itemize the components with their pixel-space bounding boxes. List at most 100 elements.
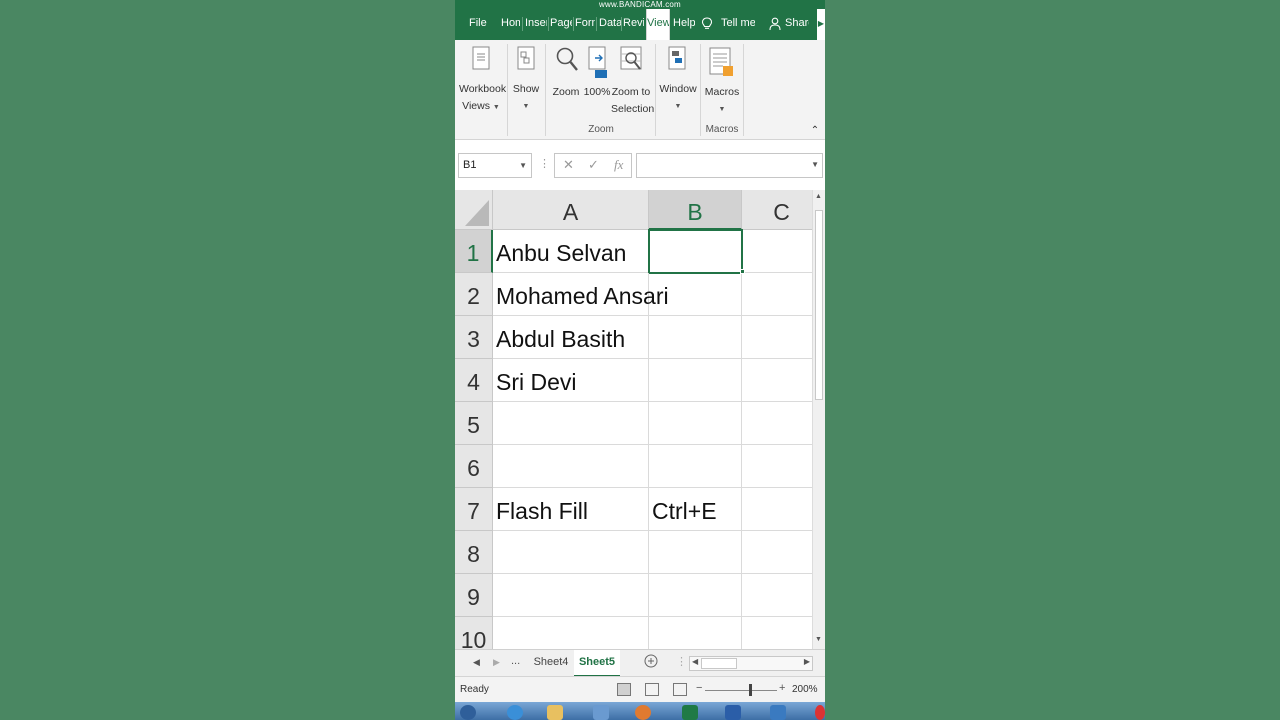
tab-page-layout[interactable]: Page [550,9,572,40]
tab-home[interactable]: Hom [501,9,520,40]
user-icon[interactable] [769,9,783,40]
start-button-icon[interactable] [460,705,476,720]
vertical-scrollbar[interactable]: ▲ ▼ [812,190,825,649]
formula-input[interactable]: ▼ [636,153,823,178]
normal-view-icon[interactable] [617,683,631,696]
app-taskbar-icon[interactable] [815,705,825,720]
row-header[interactable]: 3 [455,316,493,359]
cell-b5[interactable] [649,402,742,445]
column-header-c[interactable]: C [742,190,822,230]
cell-c9[interactable] [742,574,822,617]
cell-b10[interactable] [649,617,742,649]
lightbulb-icon[interactable] [701,9,715,40]
cell-a1[interactable]: Anbu Selvan [493,230,649,273]
column-header-a[interactable]: A [493,190,649,230]
tab-splitter-icon[interactable]: ⋮ [676,655,687,668]
zoom-button[interactable]: Zoom [551,84,581,101]
collapse-ribbon-icon[interactable]: ⌃ [809,122,821,139]
row-header[interactable]: 9 [455,574,493,617]
sheet-tab-sheet4[interactable]: Sheet4 [530,650,572,677]
sheet-tab-sheet5[interactable]: Sheet5 [574,650,620,677]
media-player-icon[interactable] [593,705,609,720]
scroll-up-icon[interactable]: ▲ [815,193,822,200]
cell-a4[interactable]: Sri Devi [493,359,649,402]
row-header[interactable]: 1 [455,230,493,273]
zoom-out-button[interactable]: − [696,682,702,694]
zoom-level[interactable]: 200% [792,684,818,695]
page-layout-view-icon[interactable] [645,683,659,696]
cell-c10[interactable] [742,617,822,649]
cell-a6[interactable] [493,445,649,488]
ribbon-scroll-right-icon[interactable]: ▶ [817,9,825,40]
row-header[interactable]: 6 [455,445,493,488]
row-header[interactable]: 4 [455,359,493,402]
cell-b7[interactable]: Ctrl+E [649,488,742,531]
drag-handle-icon[interactable]: ⋮ [539,157,550,170]
cell-a5[interactable] [493,402,649,445]
word-taskbar-icon[interactable] [725,705,741,720]
cell-b2[interactable] [649,273,742,316]
cell-b1[interactable] [648,229,743,274]
cell-c6[interactable] [742,445,822,488]
chevron-down-icon[interactable]: ▼ [519,154,527,177]
app-taskbar-icon[interactable] [770,705,786,720]
cell-a8[interactable] [493,531,649,574]
cell-b4[interactable] [649,359,742,402]
tab-formulas[interactable]: Forn [575,9,595,40]
cell-b3[interactable] [649,316,742,359]
zoom-100-button[interactable]: 100% [583,84,611,101]
scroll-left-icon[interactable]: ◀ [692,657,698,666]
firefox-icon[interactable] [635,705,651,720]
share-button[interactable]: Share [785,9,809,40]
scroll-right-icon[interactable]: ▶ [804,657,810,666]
scroll-down-icon[interactable]: ▼ [815,636,822,643]
cell-c4[interactable] [742,359,822,402]
zoom-in-button[interactable]: + [779,682,785,694]
zoom-slider-handle[interactable] [749,684,752,696]
tab-view[interactable]: View [646,9,670,40]
tab-data[interactable]: Data [599,9,621,40]
scrollbar-thumb[interactable] [815,210,823,400]
cell-c1[interactable] [742,230,822,273]
cell-a10[interactable] [493,617,649,649]
prev-sheet-icon[interactable]: ◀ [473,657,480,668]
cell-b8[interactable] [649,531,742,574]
cell-c2[interactable] [742,273,822,316]
page-break-view-icon[interactable] [673,683,687,696]
column-header-b[interactable]: B [649,190,742,230]
cell-c7[interactable] [742,488,822,531]
workbook-views-button[interactable]: Workbook Views ▼ [459,81,506,116]
macros-button[interactable]: Macros ▼ [703,84,741,118]
row-header[interactable]: 10 [455,617,493,649]
tab-file[interactable]: File [469,9,491,40]
tab-help[interactable]: Help [673,9,695,40]
zoom-slider[interactable] [705,690,777,691]
cell-a9[interactable] [493,574,649,617]
scrollbar-thumb[interactable] [701,658,737,669]
fill-handle[interactable] [740,269,745,274]
window-button[interactable]: Window ▼ [659,81,697,115]
name-box[interactable]: B1 ▼ [458,153,532,178]
cell-a2[interactable]: Mohamed Ansari [493,273,669,316]
more-sheets-button[interactable]: ... [511,655,520,667]
show-button[interactable]: Show ▼ [510,81,542,115]
tab-insert[interactable]: Inser [525,9,547,40]
next-sheet-icon[interactable]: ▶ [493,657,500,668]
tab-review[interactable]: Revi [623,9,644,40]
row-header[interactable]: 8 [455,531,493,574]
horizontal-scrollbar[interactable]: ◀ ▶ [689,656,813,671]
zoom-to-selection-button[interactable]: Zoom to Selection [611,84,654,118]
cell-c5[interactable] [742,402,822,445]
row-header[interactable]: 2 [455,273,493,316]
cell-b6[interactable] [649,445,742,488]
insert-function-icon[interactable]: fx [614,157,623,173]
cell-a7[interactable]: Flash Fill [493,488,649,531]
row-header[interactable]: 7 [455,488,493,531]
excel-taskbar-icon[interactable] [682,705,698,720]
cell-a3[interactable]: Abdul Basith [493,316,649,359]
cell-b9[interactable] [649,574,742,617]
chevron-down-icon[interactable]: ▼ [811,160,819,169]
cell-c3[interactable] [742,316,822,359]
internet-explorer-icon[interactable] [507,705,523,720]
row-header[interactable]: 5 [455,402,493,445]
